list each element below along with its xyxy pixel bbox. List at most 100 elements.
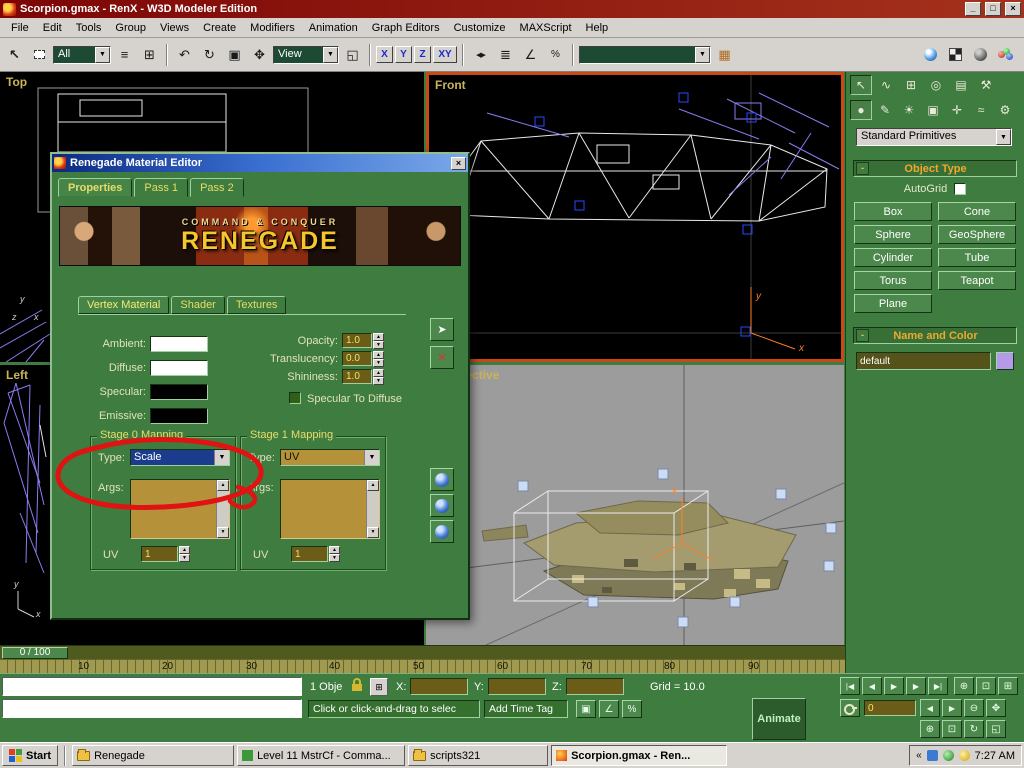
object-name-field[interactable]: default bbox=[856, 352, 991, 370]
cylinder-button[interactable]: Cylinder bbox=[854, 248, 932, 267]
object-color-swatch[interactable] bbox=[996, 352, 1014, 370]
cameras-category-icon[interactable]: ▣ bbox=[922, 100, 944, 120]
geometry-category-icon[interactable]: ● bbox=[850, 100, 872, 120]
zoom-in-button[interactable]: ⊕ bbox=[954, 677, 974, 695]
shapes-category-icon[interactable]: ✎ bbox=[874, 100, 896, 120]
select-and-move-icon[interactable]: ✥ bbox=[248, 43, 271, 66]
snap-toggle-icon[interactable]: ▣ bbox=[223, 43, 246, 66]
spin-down-icon[interactable]: ▼ bbox=[179, 554, 190, 562]
menu-graph-editors[interactable]: Graph Editors bbox=[365, 19, 447, 37]
render-type-icon[interactable] bbox=[944, 43, 967, 66]
angle-snap-icon[interactable]: ∠ bbox=[519, 43, 542, 66]
dialog-title-bar[interactable]: Renegade Material Editor × bbox=[52, 154, 468, 172]
angle-snap-button[interactable]: ∠ bbox=[599, 700, 619, 718]
geosphere-button[interactable]: GeoSphere bbox=[938, 225, 1016, 244]
refresh-material-button[interactable] bbox=[430, 520, 454, 543]
dropdown-arrow-icon[interactable]: ▼ bbox=[996, 129, 1011, 145]
track-bar[interactable]: 10 20 30 40 50 60 70 80 90 bbox=[0, 659, 845, 673]
plane-button[interactable]: Plane bbox=[854, 294, 932, 313]
dialog-close-button[interactable]: × bbox=[451, 157, 466, 170]
stage-1-uv-spinner[interactable]: ▲▼ bbox=[329, 546, 340, 562]
tab-pass-2[interactable]: Pass 2 bbox=[190, 178, 244, 197]
time-slider-track[interactable]: 0 / 100 bbox=[0, 645, 845, 659]
modify-tab-icon[interactable]: ∿ bbox=[875, 75, 897, 95]
key-mode-button[interactable] bbox=[840, 699, 860, 717]
time-slider-button[interactable]: 0 / 100 bbox=[2, 647, 68, 659]
tab-properties[interactable]: Properties bbox=[58, 178, 132, 197]
stage-0-args-scrollbar[interactable]: ▲ ▼ bbox=[216, 480, 229, 538]
rollout-object-type[interactable]: - Object Type bbox=[853, 160, 1017, 177]
spin-up-icon[interactable]: ▲ bbox=[373, 333, 384, 341]
selection-filter-combo[interactable]: All ▼ bbox=[53, 46, 111, 64]
teapot-button[interactable]: Teapot bbox=[938, 271, 1016, 290]
spin-down-icon[interactable]: ▼ bbox=[373, 341, 384, 349]
taskbar-item-scripts321[interactable]: scripts321 bbox=[408, 745, 548, 766]
shininess-field[interactable]: 1.0 bbox=[342, 369, 372, 384]
helpers-category-icon[interactable]: ✛ bbox=[946, 100, 968, 120]
taskbar-item-scorpion-gmax[interactable]: Scorpion.gmax - Ren... bbox=[551, 745, 727, 766]
scroll-down-icon[interactable]: ▼ bbox=[217, 527, 229, 538]
restrict-y-button[interactable]: Y bbox=[395, 46, 412, 63]
torus-button[interactable]: Torus bbox=[854, 271, 932, 290]
shininess-spinner[interactable]: ▲▼ bbox=[373, 369, 384, 385]
current-frame-field[interactable]: 0 bbox=[864, 700, 916, 716]
subtab-shader[interactable]: Shader bbox=[171, 296, 224, 314]
menu-file[interactable]: File bbox=[4, 19, 36, 37]
select-object-icon[interactable]: ↖ bbox=[3, 43, 26, 66]
arc-rotate-button[interactable]: ↻ bbox=[964, 720, 984, 738]
create-tab-icon[interactable]: ↖ bbox=[850, 75, 872, 95]
box-button[interactable]: Box bbox=[854, 202, 932, 221]
percent-snap-icon[interactable]: % bbox=[544, 43, 567, 66]
select-by-name-icon[interactable]: ≡ bbox=[113, 43, 136, 66]
translucency-field[interactable]: 0.0 bbox=[342, 351, 372, 366]
menu-customize[interactable]: Customize bbox=[447, 19, 513, 37]
spin-up-icon[interactable]: ▲ bbox=[373, 351, 384, 359]
viewport-perspective[interactable]: Perspective bbox=[426, 365, 844, 645]
specular-to-diffuse-checkbox[interactable] bbox=[289, 392, 301, 404]
restrict-plane-button[interactable]: XY bbox=[433, 46, 457, 63]
spin-down-icon[interactable]: ▼ bbox=[373, 377, 384, 385]
taskbar-item-renegade[interactable]: Renegade bbox=[72, 745, 234, 766]
select-and-scale-icon[interactable]: ◱ bbox=[341, 43, 364, 66]
render-scene-icon[interactable] bbox=[994, 43, 1017, 66]
subtab-vertex-material[interactable]: Vertex Material bbox=[78, 296, 169, 314]
stage-1-args-field[interactable]: ▲ ▼ bbox=[280, 479, 380, 539]
animate-button[interactable]: Animate bbox=[752, 698, 806, 740]
systems-category-icon[interactable]: ⚙ bbox=[994, 100, 1016, 120]
hierarchy-tab-icon[interactable]: ⊞ bbox=[900, 75, 922, 95]
menu-views[interactable]: Views bbox=[153, 19, 196, 37]
next-key-button[interactable]: ▶ bbox=[942, 699, 962, 717]
restrict-z-button[interactable]: Z bbox=[414, 46, 431, 63]
subtab-textures[interactable]: Textures bbox=[227, 296, 287, 314]
restrict-x-button[interactable]: X bbox=[376, 46, 393, 63]
autogrid-checkbox[interactable] bbox=[954, 183, 966, 195]
start-button[interactable]: Start bbox=[2, 745, 58, 766]
specular-color-swatch[interactable] bbox=[150, 384, 208, 400]
maximize-button[interactable]: □ bbox=[985, 2, 1001, 16]
title-bar[interactable]: Scorpion.gmax - RenX - W3D Modeler Editi… bbox=[0, 0, 1024, 18]
go-to-end-button[interactable]: ▶| bbox=[928, 677, 948, 695]
percent-snap-button[interactable]: % bbox=[622, 700, 642, 718]
primitive-category-combo[interactable]: Standard Primitives ▼ bbox=[856, 128, 1012, 146]
stage-0-uv-field[interactable]: 1 bbox=[141, 546, 178, 562]
stage-1-uv-field[interactable]: 1 bbox=[291, 546, 328, 562]
mirror-icon[interactable]: ◀▶ bbox=[469, 43, 492, 66]
menu-modifiers[interactable]: Modifiers bbox=[243, 19, 302, 37]
rollout-name-and-color[interactable]: - Name and Color bbox=[853, 327, 1017, 344]
emissive-color-swatch[interactable] bbox=[150, 408, 208, 424]
ambient-color-swatch[interactable] bbox=[150, 336, 208, 352]
selection-lock-icon[interactable] bbox=[352, 678, 362, 691]
dropdown-arrow-icon[interactable]: ▼ bbox=[364, 450, 379, 465]
dropdown-arrow-icon[interactable]: ▼ bbox=[695, 47, 710, 63]
spin-up-icon[interactable]: ▲ bbox=[179, 546, 190, 554]
tube-button[interactable]: Tube bbox=[938, 248, 1016, 267]
stage-1-type-dropdown[interactable]: UV ▼ bbox=[280, 449, 380, 466]
pick-material-button[interactable]: ➤ bbox=[430, 318, 454, 341]
go-to-start-button[interactable]: |◀ bbox=[840, 677, 860, 695]
play-button[interactable]: ▶ bbox=[884, 677, 904, 695]
zoom-region-button[interactable]: ⊡ bbox=[976, 677, 996, 695]
menu-tools[interactable]: Tools bbox=[69, 19, 109, 37]
renegade-material-editor-dialog[interactable]: Renegade Material Editor × Properties Pa… bbox=[50, 152, 470, 620]
dropdown-arrow-icon[interactable]: ▼ bbox=[323, 47, 338, 63]
snap-toggle-button[interactable]: ▣ bbox=[576, 700, 596, 718]
